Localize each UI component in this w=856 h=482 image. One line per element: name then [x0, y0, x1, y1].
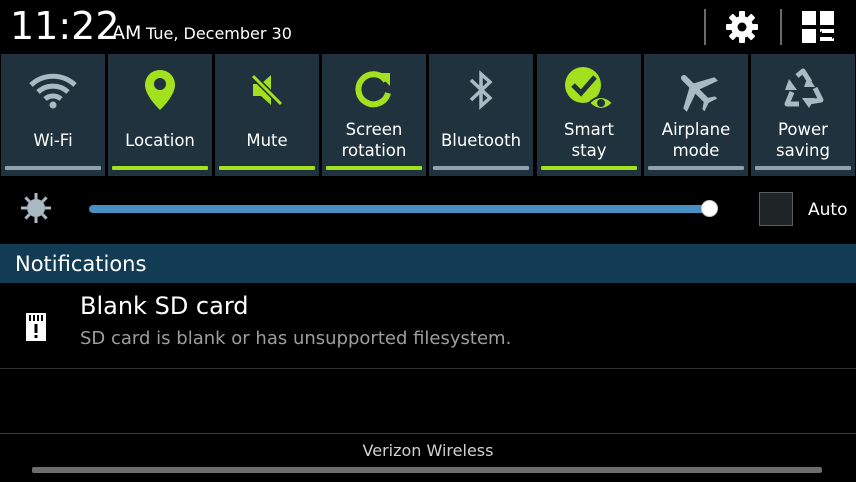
power-saving-icon — [784, 68, 824, 108]
airplane-icon — [680, 74, 718, 112]
quick-settings-panel: Wi-Fi Location Mute Screen rotation Blue… — [0, 54, 856, 176]
rotation-icon — [355, 71, 391, 108]
tile-indicator — [541, 166, 637, 170]
quick-panel-grid-icon — [802, 11, 835, 43]
tile-label: Mute — [246, 130, 288, 150]
settings-button[interactable] — [716, 6, 768, 48]
carrier-label: Verizon Wireless — [362, 441, 494, 460]
quick-panel-edit-button[interactable] — [792, 6, 844, 48]
notifications-title: Notifications — [15, 252, 147, 276]
tile-bluetooth[interactable]: Bluetooth — [429, 54, 533, 176]
auto-brightness-checkbox[interactable] — [759, 192, 793, 226]
tile-airplane-mode[interactable]: Airplane mode — [644, 54, 748, 176]
tile-label: Bluetooth — [440, 130, 522, 150]
tile-indicator — [648, 166, 744, 170]
header-divider — [704, 9, 706, 45]
wifi-icon — [29, 73, 77, 109]
tile-label: Wi-Fi — [33, 130, 73, 150]
tile-label: Airplane mode — [661, 120, 731, 160]
tile-screen-rotation[interactable]: Screen rotation — [322, 54, 426, 176]
tile-indicator — [5, 166, 101, 170]
tile-mute[interactable]: Mute — [215, 54, 319, 176]
bluetooth-icon — [469, 70, 493, 110]
header-divider — [780, 9, 782, 45]
location-pin-icon — [145, 70, 175, 110]
tile-indicator — [433, 166, 529, 170]
tile-label: Smart stay — [564, 120, 614, 160]
footer-divider — [0, 433, 856, 434]
clock: 11:22 — [10, 4, 120, 48]
tile-indicator — [219, 166, 315, 170]
tile-indicator — [326, 166, 422, 170]
clock-ampm: AM — [112, 22, 142, 44]
tile-label: Power saving — [776, 120, 830, 160]
tile-power-saving[interactable]: Power saving — [751, 54, 855, 176]
gear-icon — [726, 11, 758, 43]
brightness-icon — [21, 193, 51, 223]
panel-drag-handle[interactable] — [32, 467, 822, 473]
date[interactable]: Tue, December 30 — [146, 24, 292, 43]
tile-label: Location — [125, 130, 195, 150]
notification-item[interactable]: Blank SD card SD card is blank or has un… — [0, 283, 856, 369]
auto-brightness-label: Auto — [808, 200, 848, 220]
mute-icon — [250, 73, 284, 107]
tile-indicator — [755, 166, 851, 170]
brightness-slider-handle[interactable] — [700, 200, 718, 217]
notification-title: Blank SD card — [80, 292, 249, 320]
sd-card-alert-icon — [26, 313, 46, 341]
tile-smart-stay[interactable]: Smart stay — [537, 54, 641, 176]
notification-text: SD card is blank or has unsupported file… — [80, 328, 512, 349]
brightness-slider[interactable] — [89, 205, 715, 213]
tile-location[interactable]: Location — [108, 54, 212, 176]
tile-wifi[interactable]: Wi-Fi — [1, 54, 105, 176]
tile-label: Screen rotation — [341, 120, 407, 160]
tile-indicator — [112, 166, 208, 170]
smart-stay-icon — [565, 67, 615, 110]
notifications-header: Notifications — [0, 244, 856, 283]
status-header: 11:22 AM Tue, December 30 — [0, 0, 856, 54]
